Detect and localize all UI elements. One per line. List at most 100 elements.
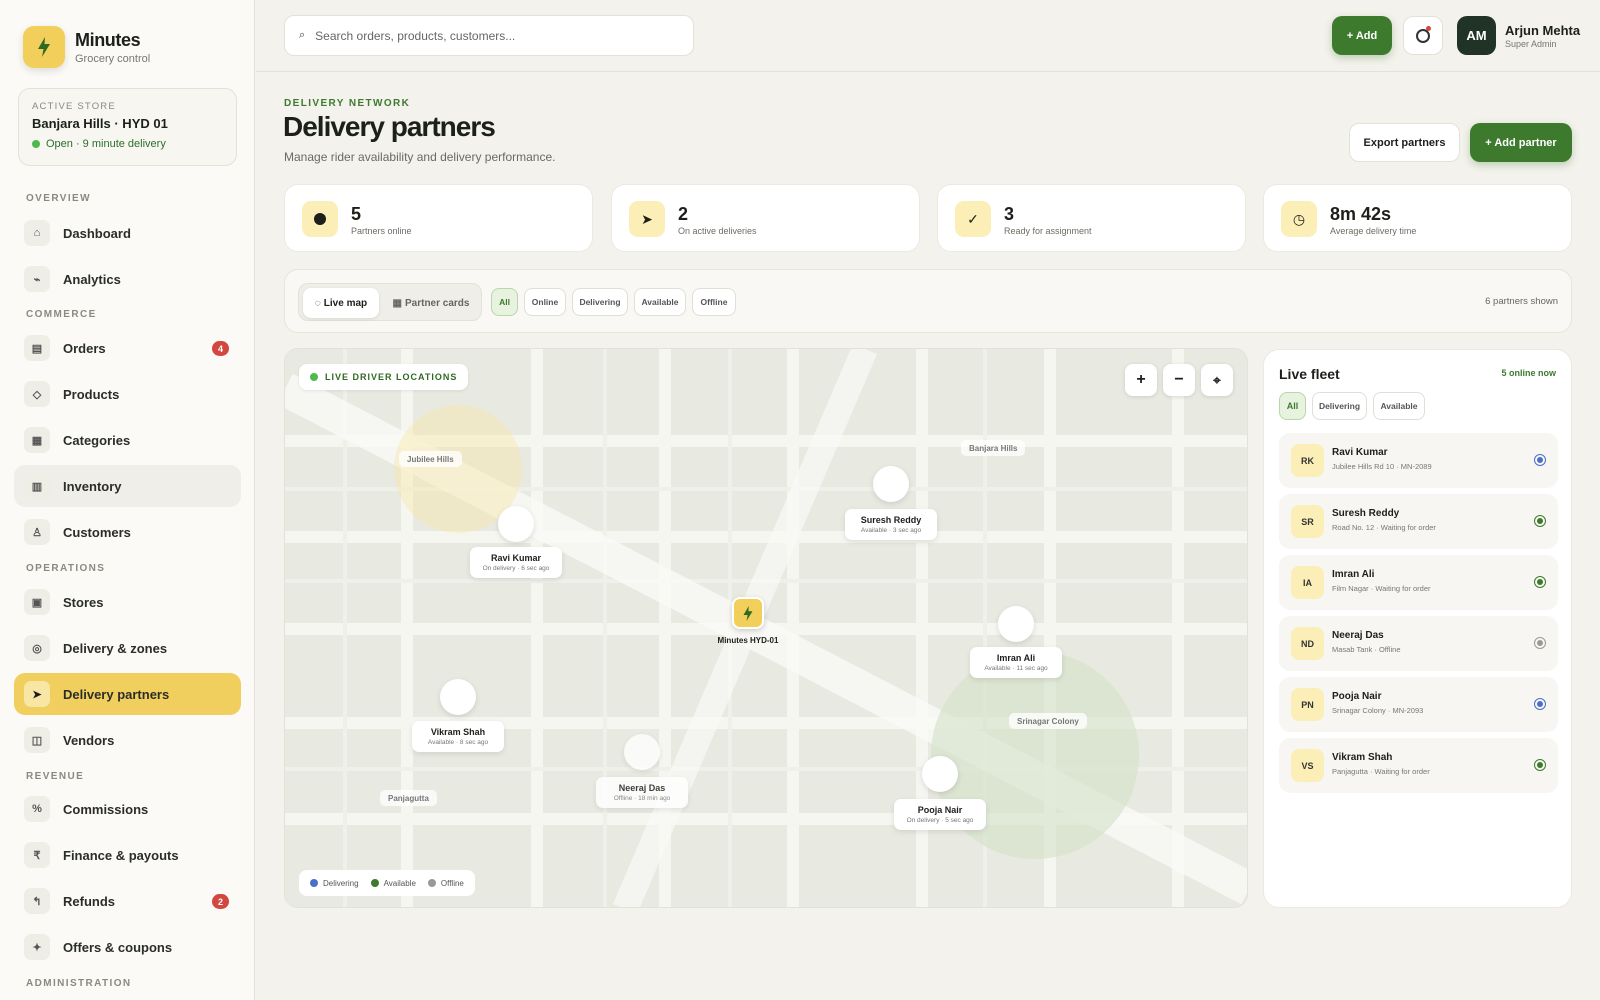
partner-detail: Panjagutta · Waiting for order <box>1332 767 1430 776</box>
brand[interactable]: Minutes Grocery control <box>23 26 150 68</box>
driver-card-suresh-reddy[interactable]: Suresh Reddy Available · 3 sec ago <box>845 509 937 540</box>
store-hub-marker[interactable] <box>732 597 764 629</box>
tab-partner-cards[interactable]: ▦ Partner cards <box>385 288 477 318</box>
sparkle-icon: ✦ <box>24 934 50 960</box>
sidebar-item-label: Categories <box>63 432 131 448</box>
fleet-row-pooja-nair[interactable]: PN Pooja Nair Srinagar Colony · MN-2093 <box>1279 677 1558 732</box>
sidebar-item-delivery-partners[interactable]: ➤ Delivery partners <box>14 673 241 715</box>
partner-name: Vikram Shah <box>1332 752 1393 763</box>
active-store-label: ACTIVE STORE <box>32 101 116 112</box>
sidebar-item-categories[interactable]: ▦ Categories <box>14 419 241 461</box>
sidebar-item-customers[interactable]: ♙ Customers <box>14 511 241 553</box>
driver-pin-neeraj-das[interactable] <box>624 734 660 770</box>
search-bar[interactable]: ⌕ <box>284 15 694 56</box>
online-now-count: 5 online now <box>1501 368 1556 378</box>
sidebar-item-products[interactable]: ◇ Products <box>14 373 241 415</box>
partner-detail: Srinagar Colony · MN-2093 <box>1332 706 1424 715</box>
sidebar-item-delivery-zones[interactable]: ◎ Delivery & zones <box>14 627 241 669</box>
driver-pin-imran-ali[interactable] <box>998 606 1034 642</box>
driver-name: Pooja Nair <box>917 805 963 815</box>
zoom-out-button[interactable]: − <box>1163 364 1195 396</box>
driver-card-pooja-nair[interactable]: Pooja Nair On delivery · 5 sec ago <box>894 799 986 830</box>
stat-value: 3 <box>1004 204 1015 224</box>
arrow-icon: ➤ <box>24 681 50 707</box>
partner-detail: Jubilee Hills Rd 10 · MN-2089 <box>1332 462 1432 471</box>
live-label: LIVE DRIVER LOCATIONS <box>325 372 458 382</box>
fleet-filter-all[interactable]: All <box>1279 392 1306 420</box>
available-status-icon <box>1534 759 1546 771</box>
filter-chip-available[interactable]: Available <box>634 288 686 316</box>
recenter-button[interactable]: ⌖ <box>1201 364 1233 396</box>
partner-avatar: VS <box>1291 749 1324 782</box>
store-hub-label: Minutes HYD-01 <box>717 636 779 645</box>
filter-chip-all[interactable]: All <box>491 288 518 316</box>
driver-card-imran-ali[interactable]: Imran Ali Available · 11 sec ago <box>970 647 1062 678</box>
sidebar-item-commissions[interactable]: % Commissions <box>14 788 241 830</box>
home-icon: ⌂ <box>24 220 50 246</box>
refund-icon: ↰ <box>24 888 50 914</box>
plus-icon: + <box>1136 371 1146 388</box>
user-name[interactable]: Arjun Mehta <box>1505 23 1580 38</box>
user-avatar[interactable]: AM <box>1457 16 1496 55</box>
sidebar-item-finance-payouts[interactable]: ₹ Finance & payouts <box>14 834 241 876</box>
active-store-name: Banjara Hills · HYD 01 <box>32 116 168 131</box>
tab-live-map[interactable]: ◌ Live map <box>303 288 379 318</box>
delivering-status-icon <box>1534 698 1546 710</box>
area-label-jubilee-hills: Jubilee Hills <box>399 451 462 467</box>
export-partners-button[interactable]: Export partners <box>1349 123 1460 162</box>
vendor-icon: ◫ <box>24 727 50 753</box>
filter-chip-online[interactable]: Online <box>524 288 566 316</box>
search-input[interactable] <box>315 28 676 43</box>
sidebar-item-dashboard[interactable]: ⌂ Dashboard <box>14 212 241 254</box>
filter-chip-offline[interactable]: Offline <box>692 288 736 316</box>
sidebar-item-inventory[interactable]: ▥ Inventory <box>14 465 241 507</box>
partner-name: Suresh Reddy <box>1332 508 1400 519</box>
fleet-filter-available[interactable]: Available <box>1373 392 1425 420</box>
driver-pin-ravi-kumar[interactable] <box>498 506 534 542</box>
partner-avatar: IA <box>1291 566 1324 599</box>
search-icon: ⌕ <box>299 29 306 41</box>
driver-status: On delivery · 5 sec ago <box>906 817 974 824</box>
crosshair-icon: ⌖ <box>1213 371 1221 388</box>
fleet-filter-delivering[interactable]: Delivering <box>1312 392 1367 420</box>
brand-name: Minutes <box>75 29 141 50</box>
driver-card-neeraj-das[interactable]: Neeraj Das Offline · 18 min ago <box>596 777 688 808</box>
sidebar-item-stores[interactable]: ▣ Stores <box>14 581 241 623</box>
fleet-row-vikram-shah[interactable]: VS Vikram Shah Panjagutta · Waiting for … <box>1279 738 1558 793</box>
driver-card-vikram-shah[interactable]: Vikram Shah Available · 8 sec ago <box>412 721 504 752</box>
filter-chip-delivering[interactable]: Delivering <box>572 288 628 316</box>
driver-name: Imran Ali <box>996 653 1036 663</box>
sidebar-item-offers-coupons[interactable]: ✦ Offers & coupons <box>14 926 241 968</box>
fleet-row-ravi-kumar[interactable]: RK Ravi Kumar Jubilee Hills Rd 10 · MN-2… <box>1279 433 1558 488</box>
active-store-card[interactable]: ACTIVE STORE Banjara Hills · HYD 01 Open… <box>18 88 237 166</box>
fleet-row-neeraj-das[interactable]: ND Neeraj Das Masab Tank · Offline <box>1279 616 1558 671</box>
add-button[interactable]: + Add <box>1332 16 1392 55</box>
driver-pin-vikram-shah[interactable] <box>440 679 476 715</box>
driver-pin-pooja-nair[interactable] <box>922 756 958 792</box>
driver-card-ravi-kumar[interactable]: Ravi Kumar On delivery · 6 sec ago <box>470 547 562 578</box>
page-title: Delivery partners <box>283 111 496 142</box>
area-label-srinagar-colony: Srinagar Colony <box>1009 713 1087 729</box>
partner-detail: Masab Tank · Offline <box>1332 645 1401 654</box>
stat-label: Partners online <box>351 226 412 236</box>
live-map[interactable]: LIVE DRIVER LOCATIONS + − ⌖ Jubilee Hill… <box>284 348 1248 908</box>
stat-label: On active deliveries <box>678 226 757 236</box>
sidebar-item-analytics[interactable]: ⌁ Analytics <box>14 258 241 300</box>
legend-available: Available <box>370 879 416 888</box>
notifications-button[interactable] <box>1403 16 1443 55</box>
fleet-row-suresh-reddy[interactable]: SR Suresh Reddy Road No. 12 · Waiting fo… <box>1279 494 1558 549</box>
sidebar-item-label: Orders <box>63 340 106 356</box>
sidebar-item-label: Refunds <box>63 893 115 909</box>
sidebar-item-orders[interactable]: ▤ Orders 4 <box>14 327 241 369</box>
view-toggle: ◌ Live map ▦ Partner cards <box>298 283 482 321</box>
add-partner-button[interactable]: + Add partner <box>1470 123 1572 162</box>
sidebar-item-refunds[interactable]: ↰ Refunds 2 <box>14 880 241 922</box>
zoom-in-button[interactable]: + <box>1125 364 1157 396</box>
brand-subtitle: Grocery control <box>75 52 151 65</box>
partner-name: Ravi Kumar <box>1332 447 1388 458</box>
fleet-row-imran-ali[interactable]: IA Imran Ali Film Nagar · Waiting for or… <box>1279 555 1558 610</box>
driver-status: Available · 11 sec ago <box>984 665 1048 672</box>
driver-pin-suresh-reddy[interactable] <box>873 466 909 502</box>
zone-icon: ◎ <box>24 635 50 661</box>
sidebar-item-vendors[interactable]: ◫ Vendors <box>14 719 241 761</box>
